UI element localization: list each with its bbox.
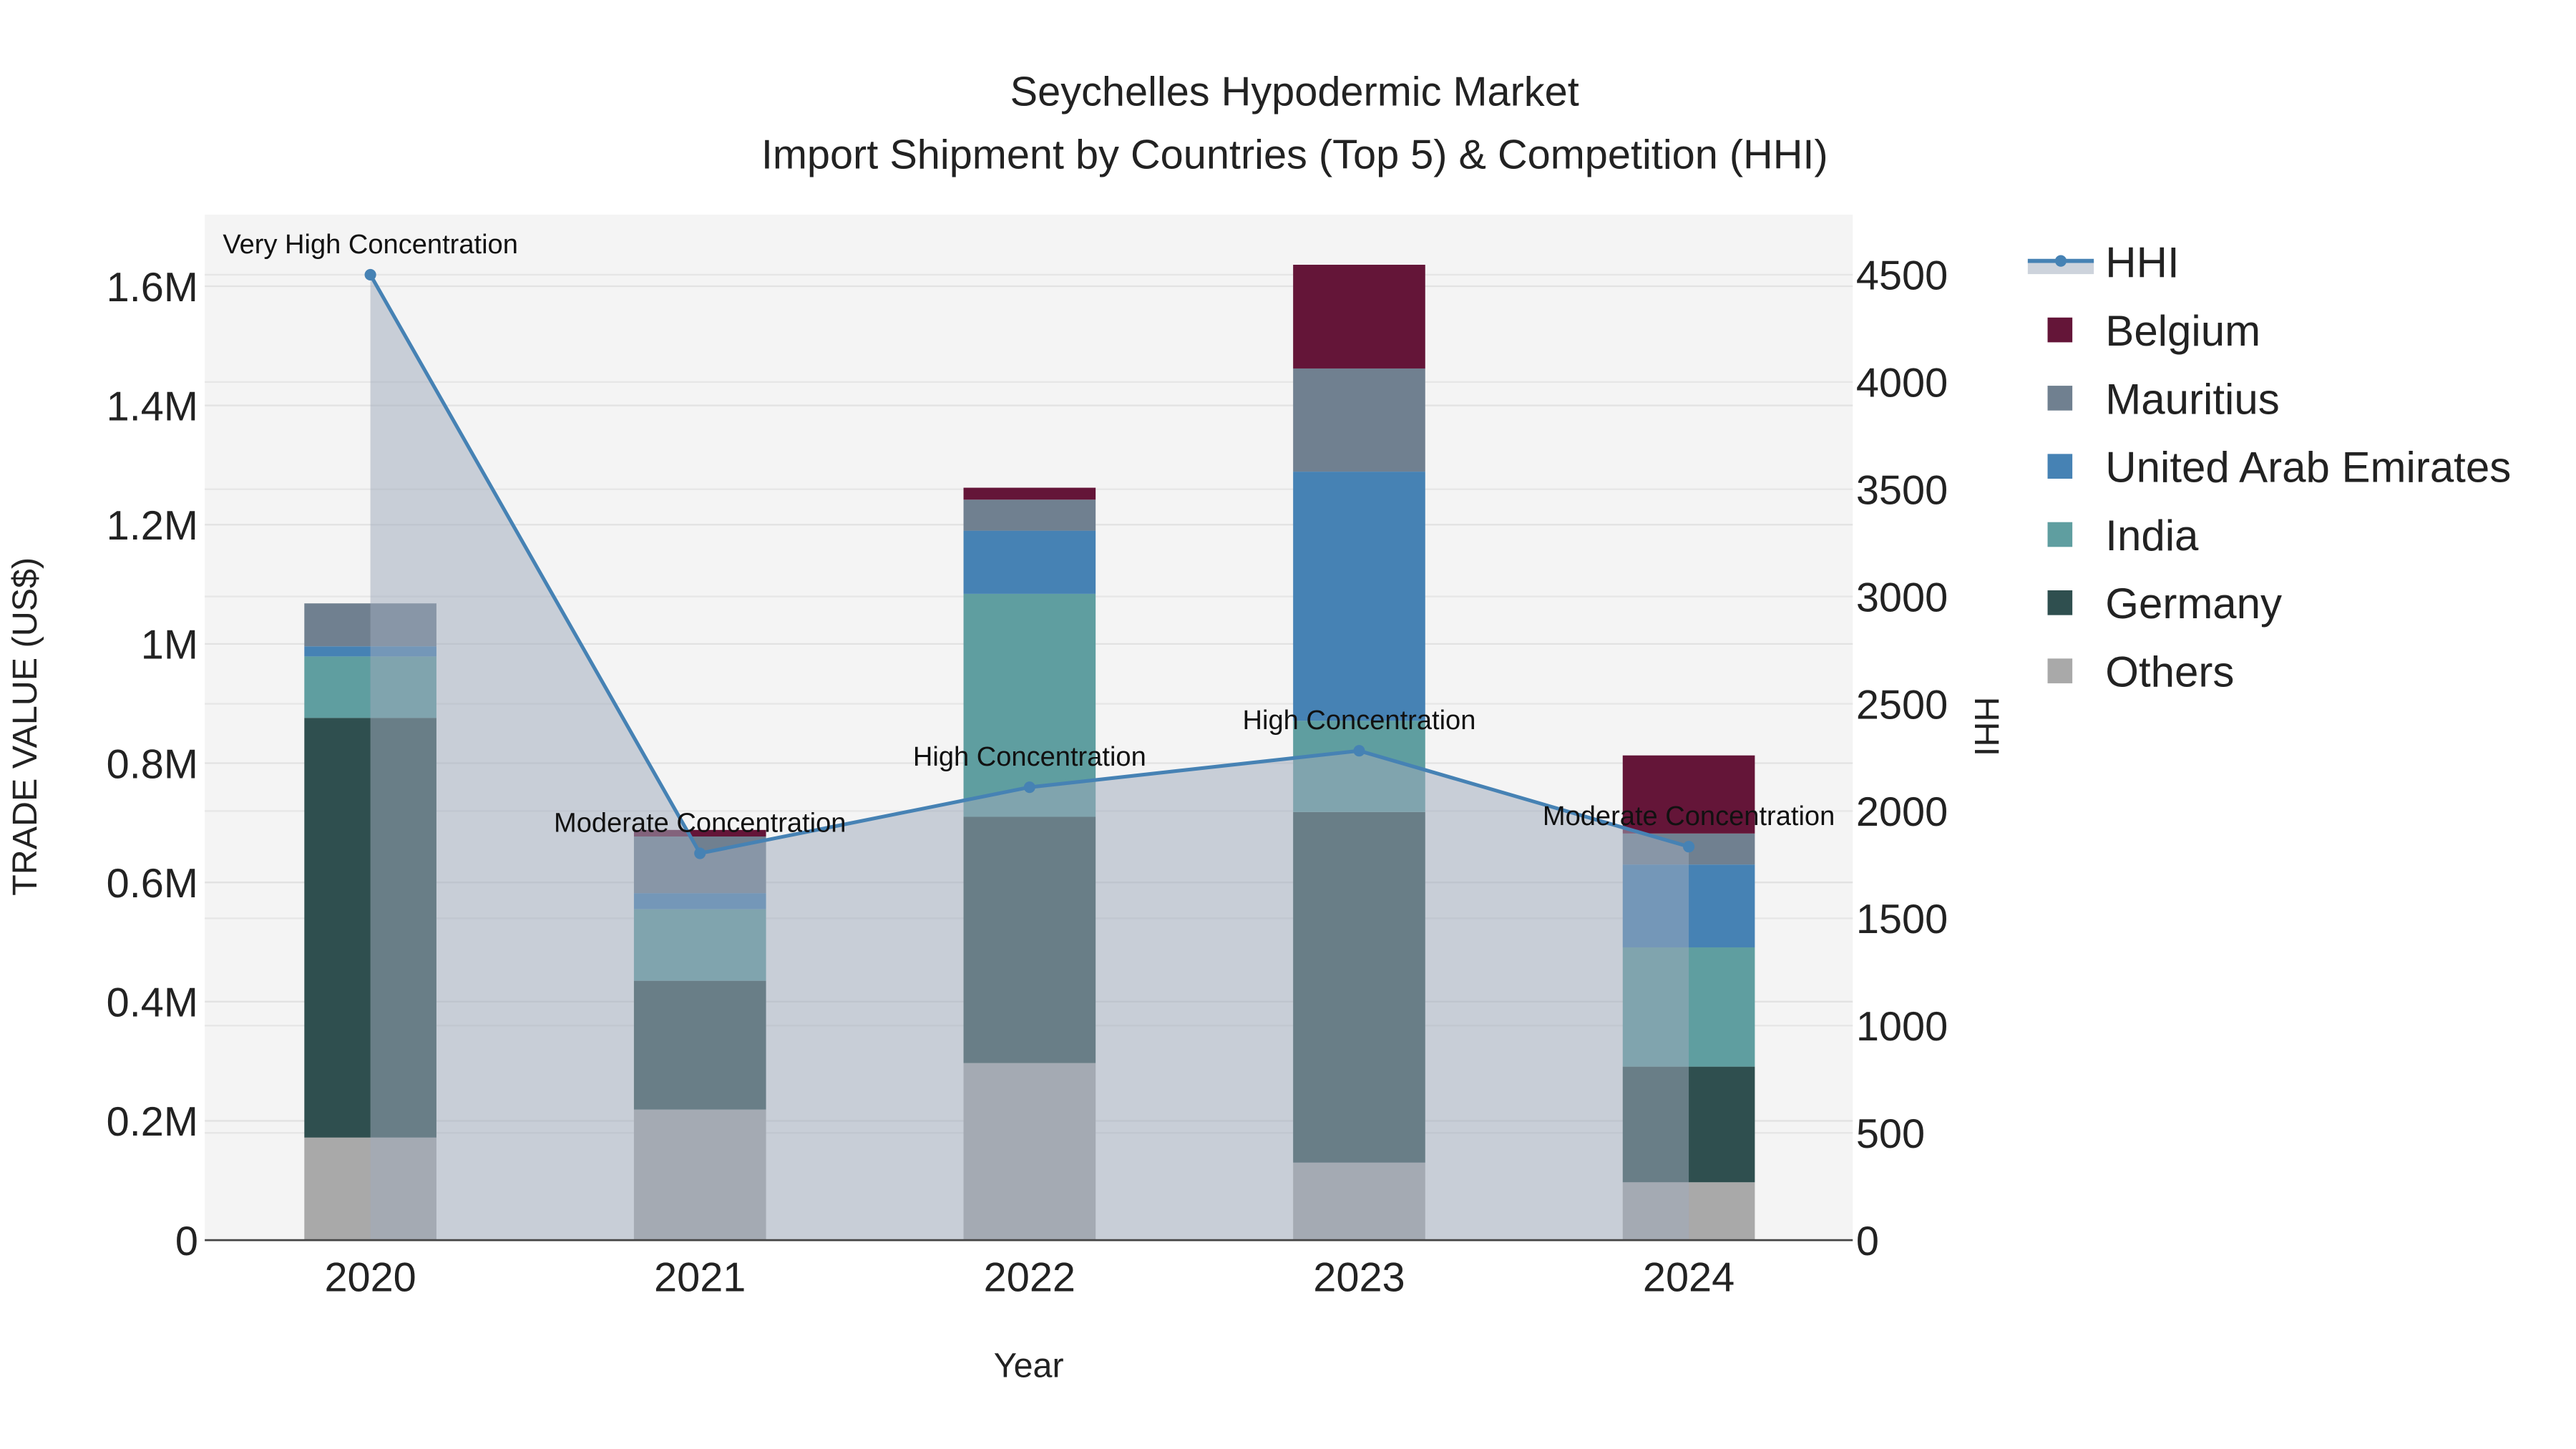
- x-tick-label: 2021: [654, 1255, 746, 1301]
- legend-swatch: [2047, 522, 2073, 547]
- hhi-annotation-2023: High Concentration: [1243, 706, 1476, 736]
- y-axis-ticks: 0 0.2M 0.4M 0.6M 0.8M 1M 1.2M 1.4M 1.6M: [107, 265, 198, 1264]
- legend-item-united-arab-emirates[interactable]: United Arab Emirates: [2047, 444, 2512, 492]
- y2-tick-label: 2000: [1856, 789, 1948, 835]
- legend-swatch: [2047, 658, 2073, 683]
- hhi-annotation-2022: High Concentration: [913, 742, 1146, 772]
- x-tick-label: 2023: [1313, 1255, 1405, 1301]
- hhi-point-2024: [1683, 841, 1695, 853]
- hhi-point-2020: [364, 268, 376, 281]
- y-tick-label: 1M: [141, 623, 198, 668]
- y2-axis-title: HHI: [1967, 697, 2006, 756]
- hhi-annotation-2024: Moderate Concentration: [1543, 801, 1835, 831]
- y2-tick-label: 1500: [1856, 897, 1948, 942]
- y2-axis-ticks: 0 500 1000 1500 2000 2500 3000 3500 4000 4500: [1856, 253, 1948, 1264]
- hhi-point-2022: [1023, 781, 1035, 794]
- chart-title: Seychelles Hypodermic Market: [1010, 69, 1579, 115]
- legend-label: United Arab Emirates: [2105, 444, 2511, 492]
- y2-tick-label: 1000: [1856, 1004, 1948, 1050]
- bar-united-arab-emirates-2022: [963, 530, 1096, 594]
- bar-mauritius-2022: [963, 499, 1096, 531]
- y2-tick-label: 500: [1856, 1111, 1925, 1157]
- legend: HHI Belgium Mauritius United Arab Emirates I…: [2027, 239, 2512, 696]
- y2-tick-label: 2500: [1856, 682, 1948, 728]
- y-axis-title: TRADE VALUE (US$): [6, 557, 44, 896]
- y2-tick-label: 4000: [1856, 361, 1948, 406]
- x-tick-label: 2022: [984, 1255, 1075, 1301]
- chart: Very High Concentration Moderate Concentr…: [6, 69, 2512, 1385]
- legend-item-india[interactable]: India: [2047, 512, 2200, 560]
- hhi-annotation-2020: Very High Concentration: [223, 230, 518, 260]
- y-tick-label: 0.2M: [107, 1099, 198, 1145]
- legend-item-mauritius[interactable]: Mauritius: [2047, 375, 2280, 423]
- legend-swatch-hhi-marker: [2054, 255, 2067, 267]
- chart-subtitle: Import Shipment by Countries (Top 5) & C…: [761, 132, 1828, 177]
- legend-swatch: [2047, 317, 2073, 343]
- bar-belgium-2022: [963, 487, 1096, 500]
- y-tick-label: 0.8M: [107, 741, 198, 787]
- y-tick-label: 0.4M: [107, 980, 198, 1026]
- legend-label: India: [2105, 512, 2199, 560]
- x-axis-ticks: 2020 2021 2022 2023 2024: [324, 1255, 1735, 1301]
- legend-label: Others: [2105, 648, 2234, 696]
- x-tick-label: 2024: [1643, 1255, 1735, 1301]
- legend-swatch: [2047, 386, 2073, 411]
- legend-swatch: [2047, 454, 2073, 479]
- bar-mauritius-2023: [1293, 368, 1425, 472]
- y-tick-label: 1.2M: [107, 503, 198, 549]
- y2-tick-label: 3000: [1856, 575, 1948, 620]
- legend-label: Belgium: [2105, 307, 2260, 355]
- y2-tick-label: 4500: [1856, 253, 1948, 299]
- x-tick-label: 2020: [324, 1255, 416, 1301]
- hhi-point-2021: [694, 847, 706, 859]
- legend-item-belgium[interactable]: Belgium: [2047, 307, 2261, 355]
- legend-label: Germany: [2105, 580, 2282, 628]
- y-tick-label: 0.6M: [107, 861, 198, 907]
- y2-tick-label: 3500: [1856, 468, 1948, 514]
- hhi-annotation-2021: Moderate Concentration: [554, 809, 846, 839]
- x-axis-title: Year: [994, 1347, 1064, 1385]
- y2-tick-label: 0: [1856, 1219, 1879, 1264]
- legend-label: Mauritius: [2105, 375, 2279, 423]
- bar-united-arab-emirates-2023: [1293, 472, 1425, 721]
- legend-item-germany[interactable]: Germany: [2047, 580, 2283, 628]
- bar-belgium-2023: [1293, 264, 1425, 369]
- legend-item-others[interactable]: Others: [2047, 648, 2235, 696]
- y-tick-label: 0: [175, 1219, 198, 1264]
- legend-label: HHI: [2105, 239, 2179, 287]
- legend-swatch: [2047, 590, 2073, 615]
- legend-item-hhi[interactable]: HHI: [2027, 239, 2180, 287]
- y-tick-label: 1.4M: [107, 384, 198, 429]
- hhi-point-2023: [1353, 745, 1365, 757]
- y-tick-label: 1.6M: [107, 265, 198, 311]
